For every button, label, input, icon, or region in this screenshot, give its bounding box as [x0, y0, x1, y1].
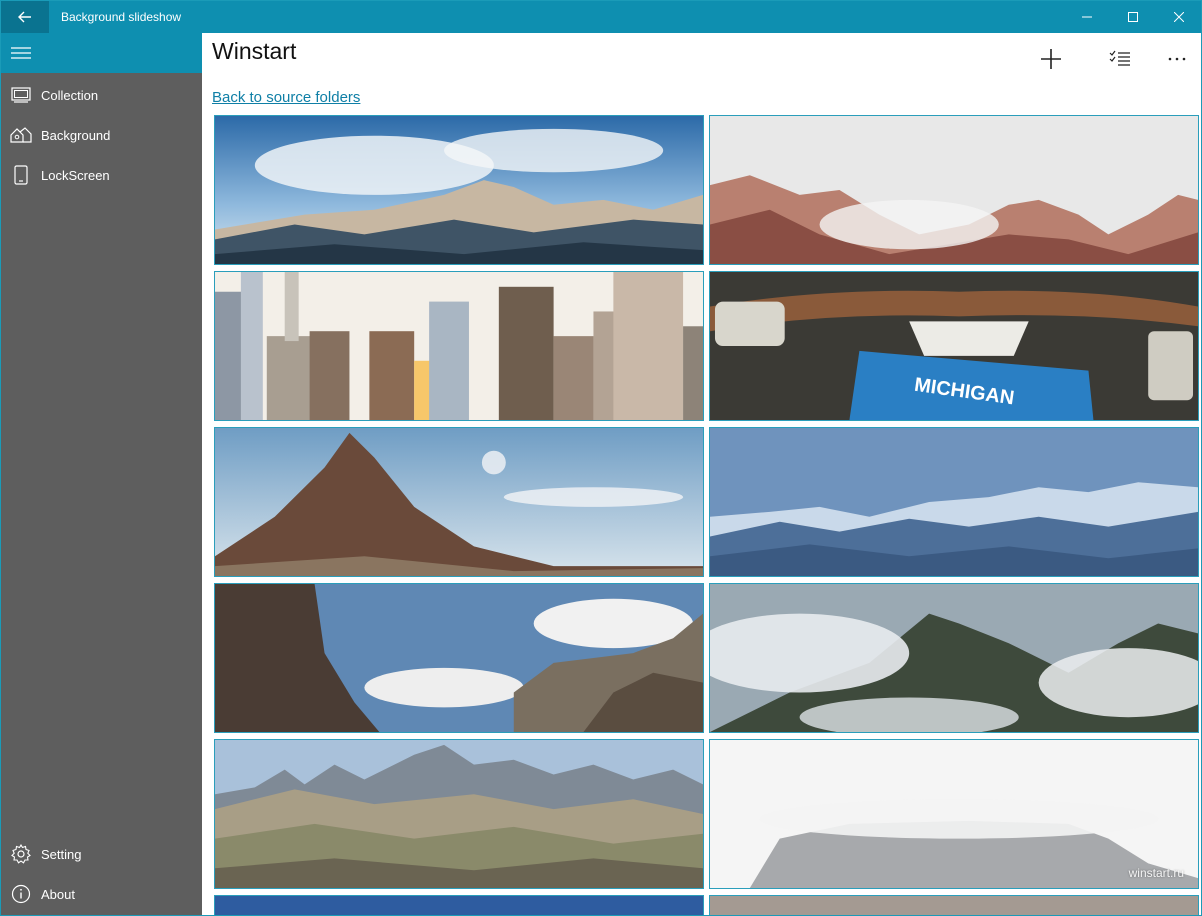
sidebar-item-background[interactable]: Background	[1, 115, 202, 155]
navigation-pane: Collection Background LockScreen Setting…	[1, 33, 202, 915]
image-tile-cone-mountain[interactable]	[214, 427, 704, 577]
close-icon	[1174, 12, 1184, 22]
image-tile-rusty-car-plate[interactable]: MICHIGAN	[709, 271, 1199, 421]
close-button[interactable]	[1156, 1, 1201, 33]
window-title: Background slideshow	[61, 10, 182, 24]
app-window: Background slideshow Collection Backgrou…	[0, 0, 1202, 916]
image-tile-foggy-mountain[interactable]: winstart.ru	[709, 739, 1199, 889]
menu-toggle-button[interactable]	[1, 33, 202, 73]
image-tile-red-mountains-fog[interactable]	[709, 115, 1199, 265]
select-list-icon	[1109, 50, 1130, 66]
phone-icon	[1, 155, 41, 195]
gear-icon	[1, 834, 41, 874]
title-bar: Background slideshow	[1, 1, 1201, 33]
sidebar-item-label: Setting	[41, 846, 82, 862]
back-to-source-folders-link[interactable]: Back to source folders	[212, 89, 360, 106]
image-tile-partial-left[interactable]	[214, 895, 704, 915]
sidebar-item-lockscreen[interactable]: LockScreen	[1, 155, 202, 195]
image-tile-rocky-cliffs[interactable]	[214, 583, 704, 733]
image-tile-blue-mountain-range[interactable]	[709, 427, 1199, 577]
watermark-text: winstart.ru	[1128, 866, 1184, 880]
image-tile-green-mountain-clouds[interactable]	[709, 583, 1199, 733]
page-title: Winstart	[212, 38, 297, 64]
maximize-icon	[1128, 12, 1138, 22]
plus-icon	[1041, 49, 1061, 69]
image-tile-city-skyscrapers[interactable]	[214, 271, 704, 421]
select-button[interactable]	[1096, 39, 1144, 79]
arrow-left-icon	[18, 11, 31, 23]
info-icon	[1, 874, 41, 914]
collection-icon	[1, 75, 41, 115]
add-button[interactable]	[1027, 39, 1075, 79]
sidebar-item-label: About	[41, 886, 75, 902]
main-content: Winstart Back to source folders MICHIGAN…	[202, 33, 1201, 915]
back-button[interactable]	[1, 1, 49, 33]
minimize-button[interactable]	[1064, 1, 1110, 33]
sidebar-item-label: Background	[41, 127, 111, 143]
sidebar-item-label: Collection	[41, 87, 99, 103]
background-icon	[1, 115, 41, 155]
more-options-button[interactable]	[1153, 39, 1201, 79]
minimize-icon	[1082, 16, 1092, 18]
sidebar-item-setting[interactable]: Setting	[1, 834, 202, 874]
maximize-button[interactable]	[1110, 1, 1156, 33]
sidebar-item-collection[interactable]: Collection	[1, 75, 202, 115]
sidebar-item-label: LockScreen	[41, 167, 110, 183]
more-icon	[1168, 57, 1186, 61]
sidebar-item-about[interactable]: About	[1, 874, 202, 914]
image-grid: MICHIGAN winstart.ru	[214, 115, 1199, 915]
image-tile-dolomites-peaks[interactable]	[214, 739, 704, 889]
image-tile-mountains-blue-sky[interactable]	[214, 115, 704, 265]
image-tile-partial-right[interactable]	[709, 895, 1199, 915]
hamburger-icon	[11, 47, 31, 59]
